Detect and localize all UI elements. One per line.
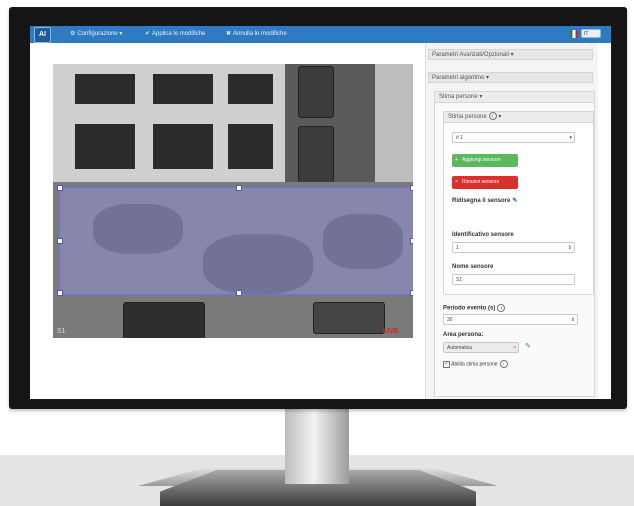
redraw-sensor-label: Ridisegna il sensore	[452, 198, 511, 204]
enable-people-estimation[interactable]: ✓ Abilita stima persone i	[443, 360, 508, 368]
person-area-value: Automatica	[447, 345, 473, 351]
enable-checkbox[interactable]: ✓	[443, 360, 450, 368]
people-estimation-header[interactable]: Stima persone ▾	[435, 92, 594, 103]
plus-icon: +	[455, 157, 458, 163]
enable-label: Abilita stima persone	[451, 361, 498, 368]
section-advanced-label: Parametri Avanzati/Opzionali	[432, 52, 509, 58]
add-sensor-button[interactable]: + Aggiungi sensore	[452, 154, 518, 167]
event-period-input[interactable]: 30 ⇕	[443, 314, 578, 325]
settings-panel: Parametri Avanzati/Opzionali ▾ Parametri…	[425, 43, 598, 399]
zone-edge-handle[interactable]	[236, 290, 242, 296]
passing-car	[313, 302, 385, 334]
pencil-icon: ✎	[512, 198, 518, 204]
zone-edge-handle[interactable]	[236, 185, 242, 191]
monitor-bezel: AI ⚙ Configurazione ▾ ✔ Applica le modific…	[9, 7, 627, 409]
window	[75, 124, 135, 169]
apply-changes-button[interactable]: ✔ Applica le modifiche	[145, 26, 205, 43]
zone-corner-handle[interactable]	[57, 185, 63, 191]
event-period-value: 30	[447, 317, 453, 323]
monitor-screen: AI ⚙ Configurazione ▾ ✔ Applica le modific…	[30, 26, 611, 399]
monitor-stand-neck	[285, 409, 349, 484]
info-icon[interactable]: i	[497, 304, 506, 312]
people-counting-zone[interactable]	[57, 185, 413, 296]
section-algorithm-label: Parametri algoritmo	[432, 75, 485, 81]
chevron-down-icon: ▾	[569, 135, 572, 141]
pencil-icon[interactable]: ✎	[525, 342, 531, 350]
config-menu-label: Configurazione	[77, 31, 118, 37]
chevron-down-icon: ▾	[498, 114, 502, 120]
building-facade	[53, 64, 285, 182]
sensor-box-header[interactable]: Stima persone i ▾	[444, 112, 593, 123]
stepper-icon[interactable]: ⇕	[571, 315, 575, 326]
window	[153, 124, 213, 169]
camera-feed[interactable]: S1 LIVE	[53, 64, 413, 338]
cancel-changes-label: Annulla le modifiche	[233, 31, 287, 37]
window	[228, 124, 273, 169]
sensor-select[interactable]: # 1 ▾	[452, 132, 575, 143]
window	[153, 74, 213, 104]
parked-car	[298, 126, 334, 183]
section-algorithm-params[interactable]: Parametri algoritmo ▾	[428, 72, 593, 83]
window	[75, 74, 135, 104]
remove-sensor-button[interactable]: × Rimuovi sensore	[452, 176, 518, 189]
sensor-overlay-label: S1	[57, 328, 66, 335]
event-period-label: Periodo evento (s) i	[443, 304, 506, 312]
chevron-down-icon: ▾	[479, 94, 483, 100]
sensor-id-label: Identificativo sensore	[452, 232, 514, 238]
chevron-down-icon: ▾	[510, 52, 514, 58]
window	[228, 74, 273, 104]
live-badge: LIVE	[383, 328, 399, 335]
sensor-name-label: Nome sensore	[452, 264, 494, 270]
person-area-label: Area persona:	[443, 332, 484, 338]
passing-car	[123, 302, 205, 338]
sensor-box: Stima persone i ▾ # 1 ▾ + Aggiungi sensore…	[443, 111, 594, 295]
apply-changes-label: Applica le modifiche	[152, 31, 206, 37]
close-icon[interactable]: ×	[513, 343, 516, 354]
italian-flag-icon	[570, 30, 578, 38]
stepper-icon[interactable]: ⇕	[568, 243, 572, 254]
cancel-changes-button[interactable]: ✖ Annulla le modifiche	[226, 26, 287, 43]
sensor-name-value: S1	[456, 277, 463, 283]
sensor-id-value: 1	[456, 245, 459, 251]
section-advanced-params[interactable]: Parametri Avanzati/Opzionali ▾	[428, 49, 593, 60]
sensor-select-value: # 1	[456, 135, 463, 141]
zone-corner-handle[interactable]	[410, 185, 413, 191]
zone-corner-handle[interactable]	[410, 290, 413, 296]
sensor-name-input[interactable]: S1	[452, 274, 575, 285]
people-estimation-section: Stima persone ▾ Stima persone i ▾ # 1 ▾ +…	[434, 91, 595, 397]
cancel-icon: ✖	[226, 31, 232, 37]
zone-corner-handle[interactable]	[57, 290, 63, 296]
chevron-down-icon: ▾	[486, 75, 490, 81]
app-logo: AI	[34, 27, 51, 43]
add-sensor-label: Aggiungi sensore	[462, 157, 501, 163]
people-estimation-title: Stima persone	[439, 94, 478, 100]
zone-edge-handle[interactable]	[57, 238, 63, 244]
parked-car	[298, 66, 334, 118]
remove-sensor-label: Rimuovi sensore	[462, 179, 500, 185]
close-icon: ×	[455, 179, 458, 185]
zone-edge-handle[interactable]	[410, 238, 413, 244]
chevron-down-icon: ▾	[117, 31, 123, 37]
sensor-id-input[interactable]: 1 ⇕	[452, 242, 575, 253]
redraw-sensor-link[interactable]: Ridisegna il sensore ✎	[452, 197, 517, 204]
person-area-select[interactable]: Automatica ×	[443, 342, 519, 353]
config-menu[interactable]: ⚙ Configurazione ▾	[70, 26, 122, 43]
top-navbar: AI ⚙ Configurazione ▾ ✔ Applica le modific…	[30, 26, 611, 43]
event-period-text: Periodo evento (s)	[443, 305, 496, 312]
sensor-box-title: Stima persone	[448, 114, 487, 120]
gear-icon: ⚙	[70, 31, 76, 37]
check-icon: ✔	[145, 31, 151, 37]
info-icon[interactable]: i	[499, 360, 508, 368]
language-select[interactable]: IT	[581, 29, 601, 38]
info-icon[interactable]: i	[488, 112, 497, 121]
